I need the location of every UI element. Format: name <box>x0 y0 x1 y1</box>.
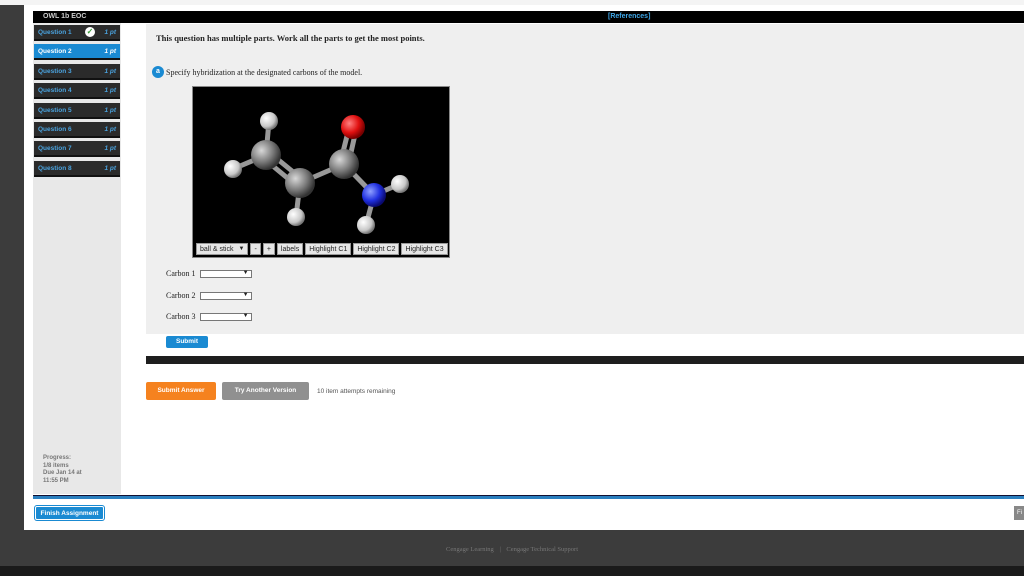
carbon-3-row: Carbon 3 <box>166 312 252 322</box>
question-intro: This question has multiple parts. Work a… <box>156 33 425 43</box>
hydrogen-atom <box>224 160 242 178</box>
question-points: 1 pt <box>104 145 116 152</box>
carbon-1-select[interactable] <box>199 270 252 279</box>
labels-button[interactable]: labels <box>276 243 304 255</box>
question-8-button[interactable]: Question 8 1 pt <box>34 161 120 177</box>
question-3-button[interactable]: Question 3 1 pt <box>34 64 120 80</box>
os-taskbar <box>0 566 1024 576</box>
oxygen-atom <box>341 115 365 139</box>
question-sidebar: Question 1 ✓ 1 pt Question 2 1 pt Questi… <box>33 23 121 494</box>
question-label: Question 4 <box>38 87 72 94</box>
molecule-viewer[interactable]: ball & stick - + labels Highlight C1 Hig… <box>192 86 450 258</box>
submit-answer-button[interactable]: Submit Answer <box>146 382 216 400</box>
highlight-c2-button[interactable]: Highlight C2 <box>353 243 400 255</box>
hydrogen-atom <box>287 208 305 226</box>
question-6-button[interactable]: Question 6 1 pt <box>34 122 120 138</box>
question-2-button[interactable]: Question 2 1 pt <box>34 44 120 60</box>
cengage-link[interactable]: Cengage Learning <box>446 546 494 553</box>
carbon-2-select[interactable] <box>199 292 252 301</box>
question-points: 1 pt <box>104 126 116 133</box>
carbon-3-label: Carbon 3 <box>166 312 196 321</box>
question-label: Question 2 <box>38 48 72 55</box>
check-icon: ✓ <box>85 27 95 37</box>
question-label: Question 7 <box>38 145 72 152</box>
assignment-title: OWL 1b EOC <box>43 13 87 20</box>
part-badge: a <box>152 66 164 78</box>
submit-button[interactable]: Submit <box>166 336 208 348</box>
bonds <box>230 118 403 228</box>
carbon-atom-1 <box>251 140 281 170</box>
question-label: Question 6 <box>38 126 72 133</box>
question-panel: This question has multiple parts. Work a… <box>146 24 1024 334</box>
progress-label: Progress: <box>43 455 72 461</box>
finish-assignment-button[interactable]: Finish Assignment <box>35 506 104 520</box>
progress-info: Progress: 1/8 items Due Jan 14 at 11:55 … <box>43 455 82 485</box>
viewer-controls: ball & stick - + labels Highlight C1 Hig… <box>196 243 448 255</box>
highlight-c1-button[interactable]: Highlight C1 <box>305 243 352 255</box>
nitrogen-atom <box>362 183 386 207</box>
carbon-2-label: Carbon 2 <box>166 291 196 300</box>
footer-separator: | <box>499 546 501 553</box>
question-4-button[interactable]: Question 4 1 pt <box>34 83 120 99</box>
assignment-header: OWL 1b EOC [References] <box>33 11 1024 23</box>
question-label: Question 8 <box>38 165 72 172</box>
page-footer: Cengage Learning | Cengage Technical Sup… <box>0 546 1024 553</box>
question-points: 1 pt <box>104 48 116 55</box>
question-7-button[interactable]: Question 7 1 pt <box>34 141 120 157</box>
due-date: Due Jan 14 at <box>43 470 82 476</box>
question-prompt: Specify hybridization at the designated … <box>166 68 363 77</box>
hydrogen-atom <box>391 175 409 193</box>
question-points: 1 pt <box>104 87 116 94</box>
question-1-button[interactable]: Question 1 ✓ 1 pt <box>34 25 120 41</box>
molecule-model <box>224 112 409 234</box>
display-style-select[interactable]: ball & stick <box>196 243 249 255</box>
question-points: 1 pt <box>104 107 116 114</box>
question-label: Question 5 <box>38 107 72 114</box>
carbon-atom-2 <box>285 168 315 198</box>
bottom-divider <box>33 495 1024 499</box>
question-points: 1 pt <box>104 165 116 172</box>
due-time: 11:55 PM <box>43 477 69 484</box>
question-5-button[interactable]: Question 5 1 pt <box>34 103 120 119</box>
attempts-remaining: 10 item attempts remaining <box>317 388 396 395</box>
carbon-1-row: Carbon 1 <box>166 269 252 279</box>
zoom-in-button[interactable]: + <box>262 243 275 255</box>
divider-bar <box>146 356 1024 364</box>
question-label: Question 1 <box>38 29 72 36</box>
question-points: 1 pt <box>104 29 116 36</box>
zoom-out-button[interactable]: - <box>250 243 261 255</box>
question-points: 1 pt <box>104 68 116 75</box>
carbon-3-select[interactable] <box>199 313 252 322</box>
highlight-c3-button[interactable]: Highlight C3 <box>401 243 448 255</box>
support-link[interactable]: Cengage Technical Support <box>506 546 578 553</box>
hydrogen-atom <box>260 112 278 130</box>
question-label: Question 3 <box>38 68 72 75</box>
try-another-version-button[interactable]: Try Another Version <box>222 382 309 400</box>
carbon-1-label: Carbon 1 <box>166 269 196 278</box>
carbon-atom-3 <box>329 149 359 179</box>
hydrogen-atom <box>357 216 375 234</box>
partial-button[interactable]: Fi <box>1014 506 1024 520</box>
progress-value: 1/8 items <box>43 462 69 469</box>
references-link[interactable]: [References] <box>608 13 650 20</box>
carbon-2-row: Carbon 2 <box>166 291 252 301</box>
